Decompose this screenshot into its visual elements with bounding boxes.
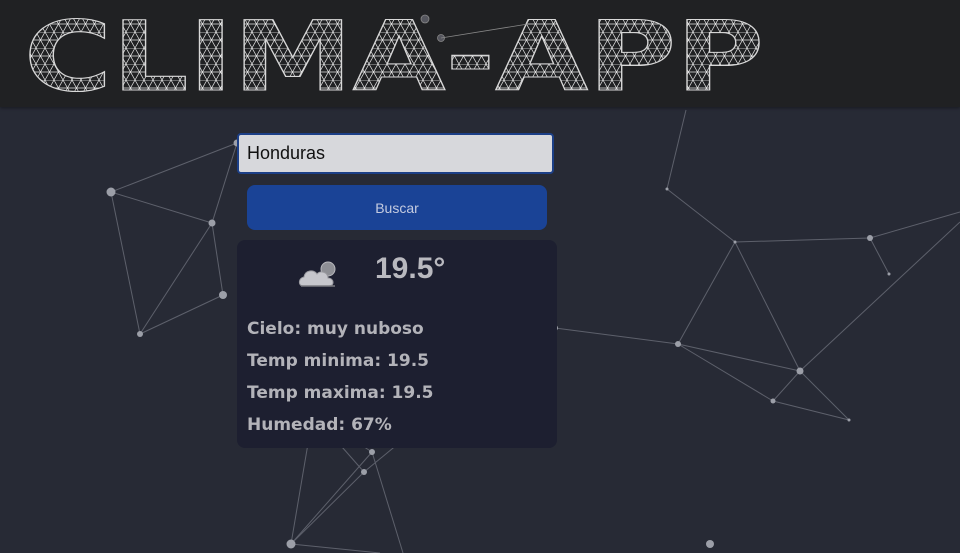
app-header: CLIMA-APP xyxy=(0,0,960,107)
weather-card: 19.5° Cielo: muy nuboso Temp minima: 19.… xyxy=(237,240,557,448)
temp-min: Temp minima: 19.5 xyxy=(247,351,429,371)
search-button[interactable]: Buscar xyxy=(247,185,547,230)
partly-cloudy-icon xyxy=(298,261,336,287)
clima-app-logo: CLIMA-APP xyxy=(23,0,764,107)
humidity: Humedad: 67% xyxy=(247,415,392,435)
page: CLIMA-APP Buscar 19.5° Cielo: muy nuboso… xyxy=(0,0,960,553)
sky-condition: Cielo: muy nuboso xyxy=(247,319,424,339)
temperature-value: 19.5° xyxy=(375,252,446,285)
logo-text: CLIMA-APP xyxy=(24,1,764,107)
temp-max: Temp maxima: 19.5 xyxy=(247,383,434,403)
city-search-input[interactable] xyxy=(237,133,554,174)
